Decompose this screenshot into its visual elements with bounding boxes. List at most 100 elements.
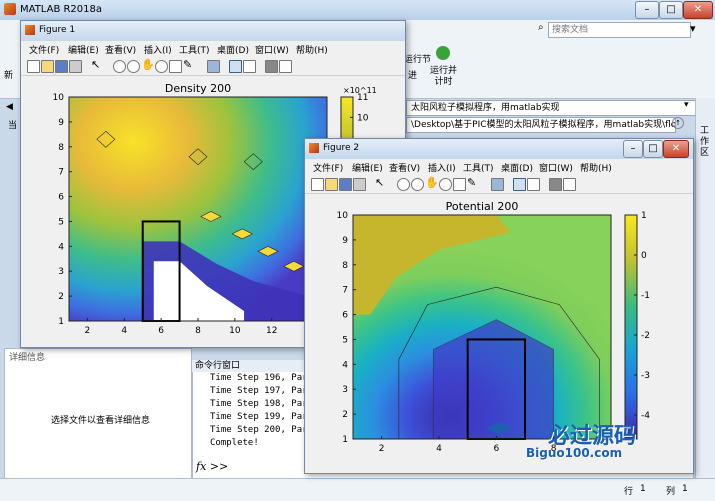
figure2-close-button[interactable]: ✕ <box>663 140 689 158</box>
x-tick-label: 4 <box>121 326 127 336</box>
print-icon[interactable] <box>69 60 82 73</box>
pointer-icon[interactable]: ↖ <box>375 176 386 189</box>
y-tick-label: 5 <box>342 335 348 345</box>
legend-icon[interactable] <box>527 178 540 191</box>
menu-file[interactable]: 文件(F) <box>29 43 59 56</box>
figure1-menu-bar: 文件(F) 编辑(E) 查看(V) 插入(I) 工具(T) 桌面(D) 窗口(W… <box>21 41 405 57</box>
menu-desktop[interactable]: 桌面(D) <box>217 43 249 56</box>
pan-icon[interactable]: ✋ <box>141 58 155 71</box>
colorbar-tick-label: 1 <box>641 211 647 221</box>
y-tick-label: 3 <box>58 267 64 277</box>
brush-icon[interactable]: ✎ <box>467 176 478 189</box>
y-tick-label: 6 <box>342 311 348 321</box>
menu-window[interactable]: 窗口(W) <box>255 43 289 56</box>
menu-tools[interactable]: 工具(T) <box>179 43 210 56</box>
menu-help[interactable]: 帮助(H) <box>580 161 612 174</box>
y-tick-label: 8 <box>58 143 64 153</box>
rotate-icon[interactable] <box>155 60 168 73</box>
colorbar-exponent: ×10^11 <box>343 86 377 95</box>
minimize-button[interactable]: – <box>635 1 659 19</box>
workspace-side-tab[interactable]: 工作区 <box>695 98 715 478</box>
figure2-minimize-button[interactable]: – <box>623 140 643 158</box>
run-and-time-icon <box>436 46 450 60</box>
new-figure-icon[interactable] <box>311 178 324 191</box>
new-figure-icon[interactable] <box>27 60 40 73</box>
hide-plot-tools-icon[interactable] <box>549 178 562 191</box>
current-folder-path[interactable]: \Desktop\基于PIC模型的太阳风粒子模拟程序，用matlab实现\flo… <box>406 117 676 133</box>
y-tick-label: 7 <box>342 286 348 296</box>
save-icon[interactable] <box>339 178 352 191</box>
figure1-toolbar: ↖ ✋ ✎ <box>21 57 405 76</box>
filter-icon[interactable]: ▾ <box>690 22 696 35</box>
menu-view[interactable]: 查看(V) <box>389 161 420 174</box>
zoom-in-icon[interactable] <box>397 178 410 191</box>
x-tick-label: 4 <box>436 444 442 454</box>
legend-icon[interactable] <box>243 60 256 73</box>
menu-desktop[interactable]: 桌面(D) <box>501 161 533 174</box>
print-icon[interactable] <box>353 178 366 191</box>
figure2-title: Figure 2 <box>323 143 360 153</box>
zoom-out-icon[interactable] <box>127 60 140 73</box>
command-prompt[interactable]: fx >> <box>196 460 228 473</box>
menu-window[interactable]: 窗口(W) <box>539 161 573 174</box>
colorbar-tick-label: 10 <box>357 113 369 123</box>
link-plot-icon[interactable] <box>207 60 220 73</box>
search-icon[interactable]: ⌕ <box>538 22 544 33</box>
window-title: MATLAB R2018a <box>20 4 103 15</box>
save-icon[interactable] <box>55 60 68 73</box>
close-button[interactable]: ✕ <box>683 1 713 19</box>
pan-icon[interactable]: ✋ <box>425 176 439 189</box>
brush-icon[interactable]: ✎ <box>183 58 194 71</box>
hide-plot-tools-icon[interactable] <box>265 60 278 73</box>
column-value: 1 <box>682 484 688 494</box>
zoom-out-icon[interactable] <box>411 178 424 191</box>
colorbar-tick-label: -2 <box>641 331 650 341</box>
run-and-time-button[interactable]: 运行并 计时 <box>430 66 457 88</box>
ribbon-left-label: 新 <box>4 71 14 81</box>
menu-insert[interactable]: 插入(I) <box>428 161 456 174</box>
rotate-icon[interactable] <box>439 178 452 191</box>
colorbar-icon[interactable] <box>513 178 526 191</box>
y-tick-label: 4 <box>58 242 64 252</box>
open-file-icon[interactable] <box>325 178 338 191</box>
figure2-maximize-button[interactable]: □ <box>643 140 663 158</box>
command-output-line: Time Step 198, Parti <box>210 399 319 409</box>
menu-view[interactable]: 查看(V) <box>105 43 136 56</box>
show-plot-tools-icon[interactable] <box>563 178 576 191</box>
y-tick-label: 7 <box>58 168 64 178</box>
current-folder-address-bar[interactable]: 太阳风粒子模拟程序，用matlab实现 <box>406 100 700 116</box>
graduation-cap-icon <box>486 422 512 435</box>
advance-button[interactable]: 进 <box>408 68 417 81</box>
command-output-line: Time Step 199, Parti <box>210 412 319 422</box>
current-folder-tab[interactable]: 当 <box>8 118 17 131</box>
y-tick-label: 1 <box>342 435 348 445</box>
left-nav-arrow-icon[interactable]: ◀ <box>6 102 13 112</box>
data-cursor-icon[interactable] <box>169 60 182 73</box>
menu-help[interactable]: 帮助(H) <box>296 43 328 56</box>
menu-insert[interactable]: 插入(I) <box>144 43 172 56</box>
y-tick-label: 9 <box>342 236 348 246</box>
chart-title: Potential 200 <box>446 200 519 213</box>
y-tick-label: 3 <box>342 385 348 395</box>
browse-icon[interactable]: ↑ <box>672 117 684 129</box>
menu-edit[interactable]: 编辑(E) <box>352 161 383 174</box>
search-documentation-input[interactable]: 搜索文档 <box>548 22 691 38</box>
watermark-logo: 必过源码 Biguo100.com <box>486 418 686 468</box>
open-file-icon[interactable] <box>41 60 54 73</box>
menu-edit[interactable]: 编辑(E) <box>68 43 99 56</box>
link-plot-icon[interactable] <box>491 178 504 191</box>
address-dropdown-icon[interactable]: ▾ <box>684 100 689 110</box>
menu-tools[interactable]: 工具(T) <box>463 161 494 174</box>
colorbar-icon[interactable] <box>229 60 242 73</box>
maximize-button[interactable]: □ <box>659 1 683 19</box>
x-tick-label: 8 <box>195 326 201 336</box>
matlab-title-bar: MATLAB R2018a – □ ✕ <box>0 0 715 21</box>
show-plot-tools-icon[interactable] <box>279 60 292 73</box>
menu-file[interactable]: 文件(F) <box>313 161 343 174</box>
zoom-in-icon[interactable] <box>113 60 126 73</box>
pointer-icon[interactable]: ↖ <box>91 58 102 71</box>
run-section-button[interactable]: 运行节 <box>404 52 431 65</box>
colorbar-tick-label: -1 <box>641 291 650 301</box>
workspace-label: 工作区 <box>700 126 710 158</box>
data-cursor-icon[interactable] <box>453 178 466 191</box>
